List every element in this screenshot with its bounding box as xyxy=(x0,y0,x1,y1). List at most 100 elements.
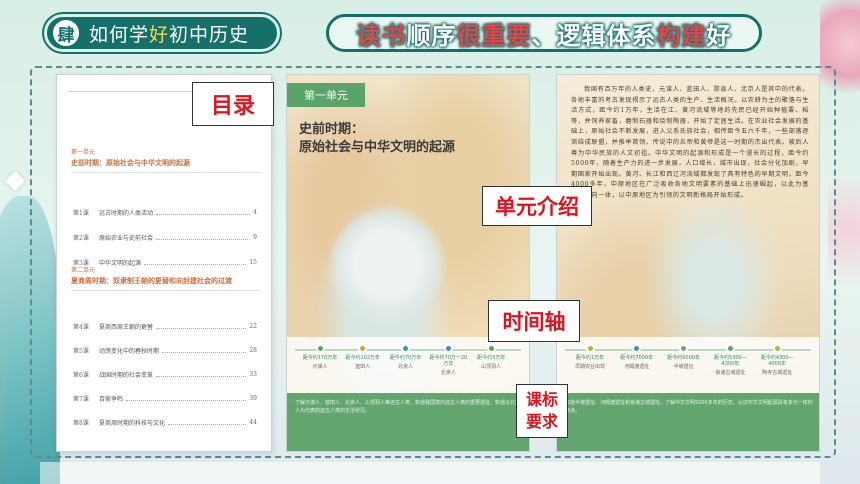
toc-lesson-row[interactable]: 第6课 战国时期的社会变革 33 xyxy=(73,369,257,379)
toc-leader-dots xyxy=(156,210,251,215)
toc-page-number: 9 xyxy=(253,233,257,241)
timeline-dot-icon xyxy=(632,344,642,353)
slide-title-part: 、逻辑体系 xyxy=(531,21,657,50)
toc-lesson-number: 第8课 xyxy=(73,419,89,427)
timeline-label: 北京人 xyxy=(440,370,456,376)
section-title-pre: 如何学 xyxy=(89,23,150,46)
slide-title-part: 构建 xyxy=(656,21,707,50)
map-illustration xyxy=(327,205,447,325)
toc-lesson-row[interactable]: 第2课 原始农业与史前社会 9 xyxy=(73,232,257,242)
timeline-item: 距今约6000年 半坡遗址 xyxy=(665,344,703,370)
bottom-strip xyxy=(40,462,820,484)
toc-page-number: 22 xyxy=(249,322,257,330)
toc-leader-dots xyxy=(144,260,247,265)
toc-unit-rule xyxy=(71,172,261,173)
toc-page-number: 4 xyxy=(253,208,257,216)
toc-unit-tag: 第一单元 xyxy=(71,149,96,156)
toc-page-number: 39 xyxy=(249,394,257,402)
timeline-label: 山顶洞人 xyxy=(481,364,502,370)
timeline-date: 距今约102万年 xyxy=(345,355,381,361)
timeline-item: 距今约102万年 蓝田人 xyxy=(344,344,382,370)
timeline-item: 距今约70万年 北京人 xyxy=(387,344,425,370)
timeline-date: 距今约7000年 xyxy=(620,355,654,361)
section-number: 肆 xyxy=(51,18,81,48)
unit-paragraph: 我国有百万年的人类史，元谋人、蓝田人、郧县人、北京人是其中的代表。各地丰富的考古… xyxy=(571,86,809,199)
toc-unit-name: 夏商周时期：奴隶制王朝的更替和向封建社会的过渡 xyxy=(71,276,232,285)
timeline-label: 早期农业出现 xyxy=(574,364,605,370)
toc-page-number: 44 xyxy=(249,418,257,426)
timeline-dot-icon xyxy=(486,344,496,353)
toc-unit-rule xyxy=(71,290,261,291)
timeline-label: 北京人 xyxy=(398,364,414,370)
callout-toc: 目录 xyxy=(192,82,274,126)
toc-unit: 第一单元史前时期：原始社会与中华文明的起源 xyxy=(71,147,261,173)
timeline-date: 距今约5300—4300年 xyxy=(714,355,747,367)
toc-leader-dots xyxy=(168,420,247,425)
toc-lesson-number: 第5课 xyxy=(73,347,89,355)
timeline-date: 距今约170万年 xyxy=(302,355,338,361)
toc-lesson-number: 第7课 xyxy=(73,395,89,403)
toc-lesson-row[interactable]: 第7课 百家争鸣 39 xyxy=(73,393,257,403)
timeline-dot-icon xyxy=(679,344,689,353)
timeline-date: 距今约70万年 xyxy=(389,355,422,361)
timeline-date: 距今约6000年 xyxy=(667,355,700,361)
toc-lesson-title: 远古时期的人类活动 xyxy=(99,209,154,217)
toc-leader-dots xyxy=(156,324,247,329)
timeline-item: 距今约5300—4300年 良渚古城遗址 xyxy=(711,344,749,376)
toc-unit: 第二单元 夏商周时期：奴隶制王朝的更替和向封建社会的过渡 xyxy=(71,265,261,291)
unit-heading: 史前时期： 原始社会与中华文明的起源 xyxy=(299,121,525,157)
toc-lesson-number: 第4课 xyxy=(73,323,89,331)
unit-heading-line1: 史前时期： xyxy=(299,122,365,137)
toc-lesson-title: 原始农业与史前社会 xyxy=(99,234,154,242)
timeline-dot-icon xyxy=(585,344,595,353)
timeline-label: 元谋人 xyxy=(312,364,328,370)
toc-lesson-row[interactable]: 第5课 动荡变化中的春秋时期 28 xyxy=(73,345,257,355)
toc-unit-name: 史前时期：原始社会与中华文明的起源 xyxy=(71,158,190,167)
timeline-item: 距今约170万年 元谋人 xyxy=(301,344,339,370)
callout-requirement-line2: 要求 xyxy=(525,412,558,431)
toc-lesson-row[interactable]: 第1课 远古时期的人类活动 4 xyxy=(73,207,257,217)
toc-leader-dots xyxy=(156,372,247,377)
timeline-dot-icon xyxy=(772,344,782,353)
timeline-item: 距今约70万一20万年 北京人 xyxy=(429,344,467,376)
timeline-item: 距今约3万年 山顶洞人 xyxy=(472,344,510,370)
callout-unit-intro: 单元介绍 xyxy=(482,186,592,226)
toc-lesson-title: 夏商西周王朝的更替 xyxy=(99,323,154,331)
section-title: 如何学好初中历史 xyxy=(89,20,249,47)
timeline-label: 蓝田人 xyxy=(355,364,371,370)
toc-leader-dots xyxy=(162,348,247,353)
toc-lesson-title: 百家争鸣 xyxy=(99,395,124,403)
slide-title: 读书 顺序 很重要 、逻辑体系 构建好 xyxy=(326,14,762,52)
toc-leader-dots xyxy=(156,235,251,240)
section-title-post: 初中历史 xyxy=(169,23,250,46)
unit-ribbon: 第一单元 xyxy=(287,83,365,107)
requirement-band: 了解元谋人、蓝田人、北京人、山顶洞人等远古人类，知道我国境内远古人类的重要遗址。… xyxy=(287,393,529,451)
timeline-dot-icon xyxy=(315,344,325,353)
unit-intro-page: 第一单元 史前时期： 原始社会与中华文明的起源 了解元谋人、蓝田人、北京人、山顶… xyxy=(286,74,530,452)
timeline-item: 距今约4300—4000年 陶寺古城遗址 xyxy=(758,344,796,376)
timeline-dot-icon xyxy=(725,344,735,353)
toc-lesson-row[interactable]: 第4课 夏商西周王朝的更替 22 xyxy=(73,321,257,331)
timeline-date: 距今约3万年 xyxy=(477,355,506,361)
toc-lesson-number: 第1课 xyxy=(73,209,89,217)
toc-lesson-number: 第2课 xyxy=(73,234,89,242)
unit-text-page: 我国有百万年的人类史，元谋人、蓝田人、郧县人、北京人是其中的代表。各地丰富的考古… xyxy=(556,74,820,452)
section-title-highlight: 好 xyxy=(149,23,170,46)
timeline-item: 距今约1万年 早期农业出现 xyxy=(571,344,609,370)
toc-lesson-row[interactable]: 第8课 夏商周时期的科技与文化 44 xyxy=(73,417,257,427)
toc-lesson-number: 第6课 xyxy=(73,371,89,379)
requirement-band: 知道半坡遗址、河姆渡遗址和良渚古城遗址，了解中华文明5000多年的历史。认识中华… xyxy=(557,393,819,451)
toc-page-number: 28 xyxy=(249,346,257,354)
previous-slide-arrow-icon[interactable] xyxy=(5,171,25,191)
toc-lesson-title: 动荡变化中的春秋时期 xyxy=(99,347,160,355)
timeline-dot-icon xyxy=(401,344,411,353)
unit-heading-line2: 原始社会与中华文明的起源 xyxy=(299,140,456,155)
toc-lesson-title: 夏商周时期的科技与文化 xyxy=(99,419,166,427)
slide-title-part: 好 xyxy=(706,21,732,50)
textbook-contents-page: 第一单元史前时期：原始社会与中华文明的起源 第1课 远古时期的人类活动 4 第2课 原始农… xyxy=(56,74,272,452)
timeline-dot-icon xyxy=(358,344,368,353)
timeline-date: 距今约4300—4000年 xyxy=(760,355,794,367)
slide-title-part: 很重要 xyxy=(456,21,532,50)
timeline-date: 距今约1万年 xyxy=(575,355,605,361)
toc-leader-dots xyxy=(126,396,247,401)
